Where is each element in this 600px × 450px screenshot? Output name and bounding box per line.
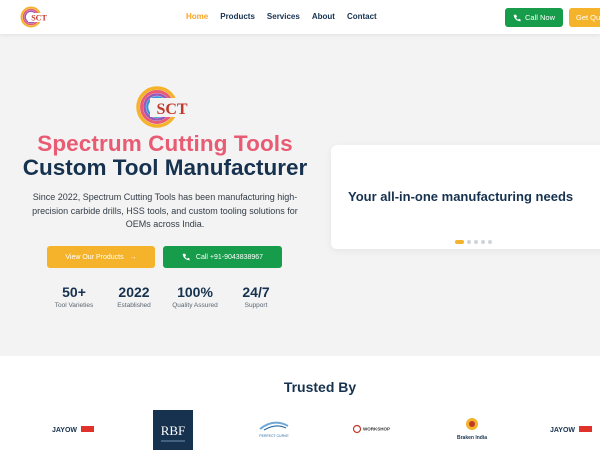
partner-logo-jayow: JAYOW — [50, 422, 96, 436]
call-phone-label: Call +91-9043838967 — [195, 253, 264, 261]
arrow-right-icon: → — [129, 253, 137, 261]
get-quote-button[interactable]: Get Quote — [569, 8, 600, 27]
svg-text:SCT: SCT — [31, 14, 47, 23]
call-phone-button[interactable]: Call +91-9043838967 — [163, 246, 282, 268]
nav-about[interactable]: About — [312, 12, 335, 21]
stat-support: 24/7 Support — [232, 284, 280, 309]
nav-home[interactable]: Home — [186, 12, 208, 21]
carousel-slide[interactable]: Your all-in-one manufacturing needs — [331, 145, 600, 249]
view-products-button[interactable]: View Our Products → — [47, 246, 155, 268]
svg-text:PERFECT CURVE: PERFECT CURVE — [259, 434, 289, 438]
view-products-label: View Our Products — [65, 253, 124, 261]
carousel-dot[interactable] — [488, 240, 492, 244]
stat-label: Quality Assured — [172, 302, 218, 309]
phone-icon — [513, 14, 521, 21]
svg-text:JAYOW: JAYOW — [550, 427, 575, 434]
stat-value: 24/7 — [242, 284, 270, 300]
carousel-dot[interactable] — [474, 240, 478, 244]
svg-text:WORKSHOP: WORKSHOP — [363, 427, 390, 432]
partner-logo-braken-india: Braken India — [452, 414, 492, 444]
partner-logo-workshop: WORKSHOP — [352, 422, 394, 436]
stat-label: Established — [117, 302, 151, 309]
phone-icon — [182, 253, 190, 261]
stat-value: 50+ — [62, 284, 86, 300]
get-quote-label: Get Quote — [576, 13, 600, 22]
main-nav: Home Products Services About Contact — [186, 12, 377, 21]
call-now-label: Call Now — [524, 13, 555, 22]
stat-tool-varieties: 50+ Tool Varieties — [48, 284, 100, 309]
svg-text:Braken India: Braken India — [457, 435, 487, 441]
trusted-by-heading: Trusted By — [283, 379, 357, 395]
nav-products[interactable]: Products — [220, 12, 255, 21]
hero-section: SCT Spectrum Cutting Tools Custom Tool M… — [0, 34, 600, 356]
nav-contact[interactable]: Contact — [347, 12, 377, 21]
stat-label: Support — [244, 302, 268, 309]
hero-description: Since 2022, Spectrum Cutting Tools has b… — [32, 192, 298, 229]
stat-label: Tool Varieties — [54, 302, 94, 309]
carousel-dot[interactable] — [467, 240, 471, 244]
carousel-dot[interactable] — [455, 240, 464, 244]
hero-title-tagline: Custom Tool Manufacturer — [22, 155, 308, 180]
sct-hero-logo: SCT — [136, 86, 193, 128]
partner-logo-perfect-curve: PERFECT CURVE — [254, 418, 294, 440]
partner-logos: JAYOW RBF PERFECT CURVE WORKSHOP Braken … — [0, 408, 600, 450]
site-header: SCT Home Products Services About Contact… — [0, 0, 600, 34]
svg-text:RBF: RBF — [161, 423, 186, 438]
hero-title-brand: Spectrum Cutting Tools — [37, 131, 293, 156]
svg-text:JAYOW: JAYOW — [52, 427, 77, 434]
stat-value: 2022 — [118, 284, 150, 300]
stat-quality: 100% Quality Assured — [166, 284, 224, 309]
carousel-slide-text: Your all-in-one manufacturing needs — [348, 189, 574, 204]
svg-text:SCT: SCT — [156, 101, 187, 118]
stat-value: 100% — [177, 284, 213, 300]
partner-logo-jayow: JAYOW — [548, 422, 594, 436]
partner-logo-rbf: RBF — [153, 410, 193, 450]
carousel-dot[interactable] — [481, 240, 485, 244]
call-now-button[interactable]: Call Now — [505, 8, 563, 27]
sct-logo[interactable]: SCT — [20, 5, 50, 29]
nav-services[interactable]: Services — [267, 12, 300, 21]
carousel-dots — [455, 240, 492, 244]
stat-established: 2022 Established — [108, 284, 160, 309]
